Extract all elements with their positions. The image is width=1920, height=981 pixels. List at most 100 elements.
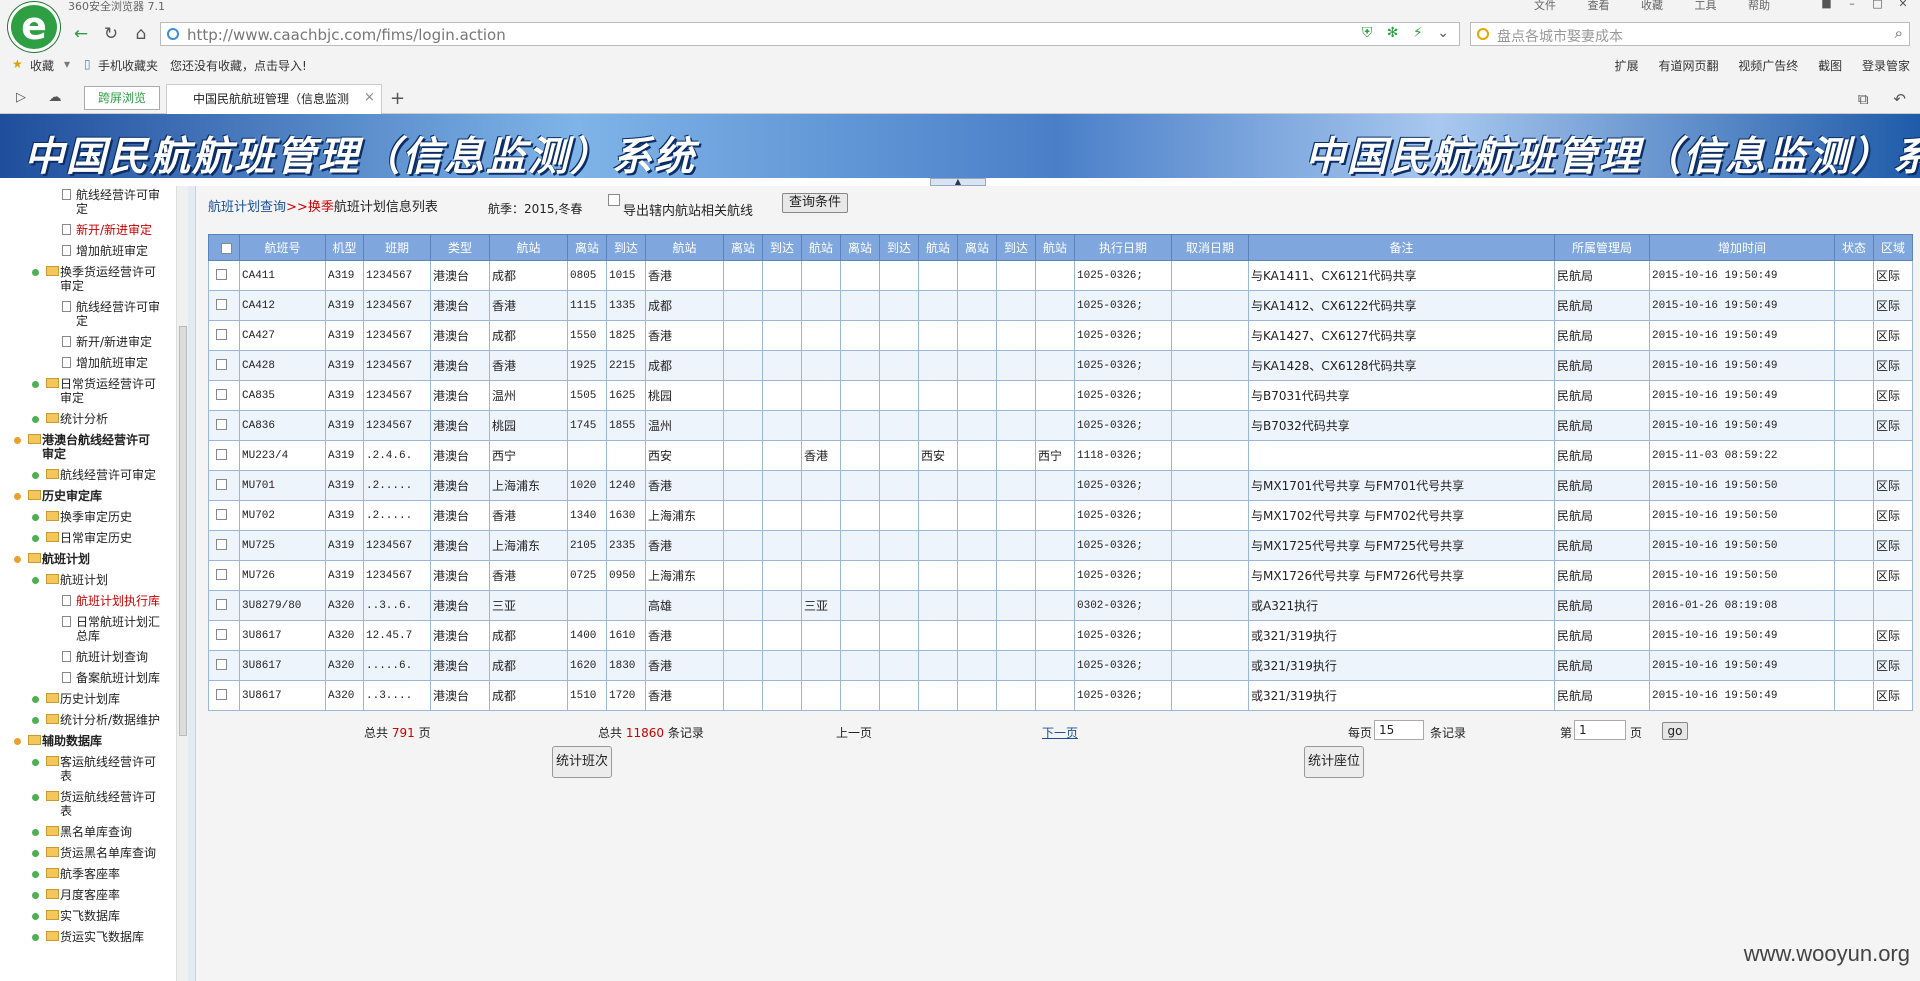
menu-help[interactable]: 帮助	[1748, 0, 1770, 12]
sidebar-toggle-icon[interactable]: ▷	[10, 87, 32, 109]
expand-dot-icon[interactable]	[32, 871, 39, 878]
expand-dot-icon[interactable]	[32, 472, 39, 479]
breadcrumb-link[interactable]: 航班计划查询	[208, 200, 286, 215]
column-header[interactable]: 航站	[1035, 234, 1075, 261]
table-row[interactable]: CA836 A319 1234567 港澳台 桃园 1745 1855 温州 1025-0326…	[208, 410, 1913, 441]
column-header[interactable]: 到达	[879, 234, 919, 261]
banner-collapse-handle[interactable]: ▲	[930, 178, 986, 186]
row-checkbox[interactable]	[216, 539, 227, 551]
row-checkbox[interactable]	[216, 269, 227, 281]
row-checkbox[interactable]	[216, 449, 227, 461]
refresh-icon[interactable]: ↻	[100, 23, 122, 45]
column-header[interactable]: 航站	[918, 234, 958, 261]
expand-dot-icon[interactable]	[14, 437, 21, 444]
expand-dot-icon[interactable]	[14, 493, 21, 500]
row-checkbox[interactable]	[216, 659, 227, 671]
frame-splitter[interactable]	[188, 186, 196, 981]
settings-icon[interactable]: ✻	[1387, 25, 1399, 41]
prev-page-link[interactable]: 上一页	[836, 724, 872, 741]
table-row[interactable]: CA428 A319 1234567 港澳台 香港 1925 2215 成都 1025-0326…	[208, 350, 1913, 381]
table-row[interactable]: MU701 A319.2..... 港澳台 上海浦东 1020 1240 香港 1025-03…	[208, 470, 1913, 501]
table-row[interactable]: CA411 A319 1234567 港澳台 成都 0805 1015 香港 1025-0326…	[208, 260, 1913, 291]
column-header[interactable]: 所属管理局	[1554, 234, 1650, 261]
row-checkbox[interactable]	[216, 419, 227, 431]
tab-active[interactable]: 中国民航航班管理（信息监测	[166, 84, 382, 114]
url-text[interactable]: http://www.caachbjc.com/fims/login.actio…	[187, 26, 506, 44]
column-header[interactable]: 航站	[489, 234, 568, 261]
next-page-link[interactable]: 下一页	[1042, 724, 1078, 741]
column-header[interactable]: 航班号	[239, 234, 326, 261]
expand-dot-icon[interactable]	[32, 829, 39, 836]
expand-dot-icon[interactable]	[32, 850, 39, 857]
login-manager-button[interactable]: 登录管家	[1862, 59, 1910, 73]
back-icon[interactable]: ←	[70, 23, 92, 45]
restore-icon[interactable]: ⧉	[1858, 90, 1869, 108]
table-row[interactable]: 3U8279/80 A320 ..3..6. 港澳台 三亚 高雄 三亚 0302-0326; 或…	[208, 590, 1913, 621]
favorites-button[interactable]: 收藏	[30, 57, 54, 74]
split-view-button[interactable]: 跨屏浏览	[84, 86, 160, 110]
column-header[interactable]: 类型	[430, 234, 490, 261]
home-icon[interactable]: ⌂	[130, 23, 152, 45]
table-row[interactable]: MU726 A319 1234567 港澳台 香港 0725 0950 上海浦东 1025-03…	[208, 560, 1913, 591]
extensions-button[interactable]: 扩展	[1615, 59, 1639, 73]
column-header[interactable]: 离站	[723, 234, 763, 261]
column-header[interactable]: 航站	[645, 234, 724, 261]
translate-button[interactable]: 有道网页翻	[1658, 59, 1718, 73]
table-row[interactable]: MU702 A319.2..... 港澳台 香港 1340 1630 上海浦东 1025-03…	[208, 500, 1913, 531]
row-checkbox[interactable]	[216, 359, 227, 371]
expand-dot-icon[interactable]	[14, 556, 21, 563]
maximize-icon[interactable]: □	[1867, 0, 1889, 10]
expand-dot-icon[interactable]	[32, 913, 39, 920]
expand-dot-icon[interactable]	[32, 514, 39, 521]
column-header[interactable]: 到达	[606, 234, 646, 261]
column-header[interactable]: 状态	[1834, 234, 1874, 261]
table-row[interactable]: CA427 A319 1234567 港澳台 成都 1550 1825 香港 1025-0326…	[208, 320, 1913, 351]
go-button[interactable]: go	[1662, 722, 1688, 740]
column-header[interactable]: 备注	[1248, 234, 1555, 261]
expand-dot-icon[interactable]	[32, 381, 39, 388]
scrollbar-thumb[interactable]	[179, 326, 187, 736]
lightning-icon[interactable]: ⚡	[1413, 25, 1423, 41]
stat-flights-button[interactable]: 统计班次	[552, 746, 612, 778]
row-checkbox[interactable]	[216, 509, 227, 521]
column-header[interactable]: 增加时间	[1649, 234, 1835, 261]
column-header[interactable]: 离站	[567, 234, 607, 261]
chevron-down-icon[interactable]: ⌄	[1437, 25, 1449, 41]
screenshot-button[interactable]: 截图	[1818, 59, 1842, 73]
column-header[interactable]: 执行日期	[1074, 234, 1172, 261]
page-number-input[interactable]: 1	[1574, 720, 1626, 740]
column-header[interactable]: 班期	[363, 234, 431, 261]
table-row[interactable]: 3U8617 A320 .....6. 港澳台 成都 1620 1830 香港 1025-032…	[208, 650, 1913, 681]
import-hint[interactable]: 您还没有收藏，点击导入!	[170, 57, 307, 74]
row-checkbox[interactable]	[216, 299, 227, 311]
column-header[interactable]: 到达	[996, 234, 1036, 261]
expand-dot-icon[interactable]	[32, 892, 39, 899]
menu-tools[interactable]: 工具	[1695, 0, 1717, 12]
column-header[interactable]: 离站	[840, 234, 880, 261]
search-input[interactable]: 盘点各城市娶妻成本	[1497, 26, 1623, 46]
stat-seats-button[interactable]: 统计座位	[1304, 746, 1364, 778]
close-icon[interactable]: ✕	[1892, 0, 1914, 10]
skin-icon[interactable]: ■	[1816, 0, 1838, 10]
per-page-input[interactable]: 15	[1374, 720, 1424, 740]
mobile-favorites-link[interactable]: 手机收藏夹	[98, 57, 158, 74]
table-row[interactable]: 3U8617 A320 ..3.... 港澳台 成都 1510 1720 香港 1025-032…	[208, 680, 1913, 711]
row-checkbox[interactable]	[216, 389, 227, 401]
column-header[interactable]: 区域	[1873, 234, 1913, 261]
menu-file[interactable]: 文件	[1534, 0, 1556, 12]
expand-dot-icon[interactable]	[32, 717, 39, 724]
column-header[interactable]: 航站	[801, 234, 841, 261]
row-checkbox[interactable]	[216, 599, 227, 611]
cloud-icon[interactable]: ☁	[44, 87, 66, 109]
ad-block-button[interactable]: 视频广告终	[1738, 59, 1798, 73]
column-header[interactable]: 离站	[957, 234, 997, 261]
column-header[interactable]: 机型	[325, 234, 364, 261]
minimize-icon[interactable]: –	[1841, 0, 1863, 10]
table-row[interactable]: CA835 A319 1234567 港澳台 温州 1505 1625 桃园 1025-0326…	[208, 380, 1913, 411]
chevron-down-icon[interactable]: ▾	[64, 57, 70, 71]
column-header[interactable]: 到达	[762, 234, 802, 261]
query-conditions-button[interactable]: 查询条件	[782, 193, 848, 213]
column-header[interactable]: 取消日期	[1171, 234, 1249, 261]
search-box[interactable]: 盘点各城市娶妻成本 ⌕	[1470, 22, 1910, 46]
expand-dot-icon[interactable]	[32, 696, 39, 703]
